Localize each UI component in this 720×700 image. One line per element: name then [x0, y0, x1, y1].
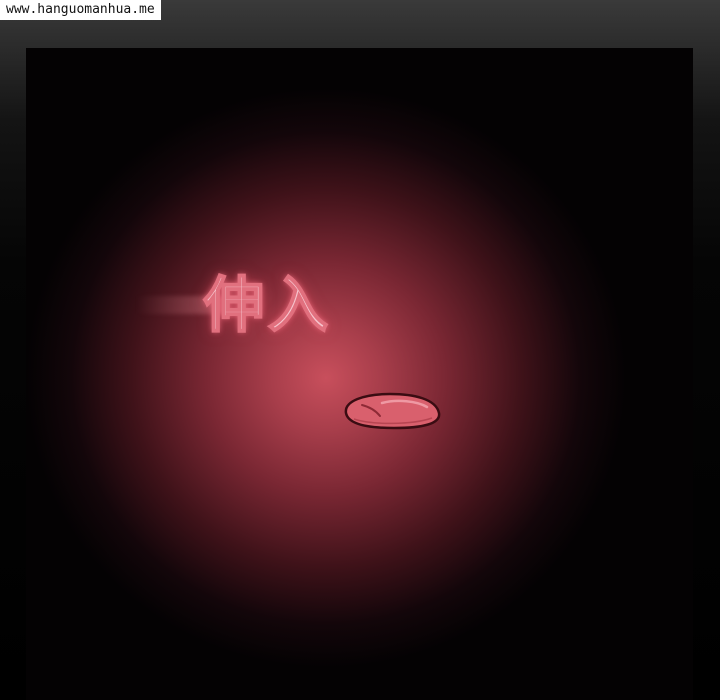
comic-panel: 伸入 [26, 48, 693, 700]
tongue-illustration [344, 392, 441, 430]
site-watermark: www.hanguomanhua.me [0, 0, 161, 20]
page: www.hanguomanhua.me 伸入 [0, 0, 720, 700]
sound-effect-text: 伸入 [203, 271, 332, 341]
